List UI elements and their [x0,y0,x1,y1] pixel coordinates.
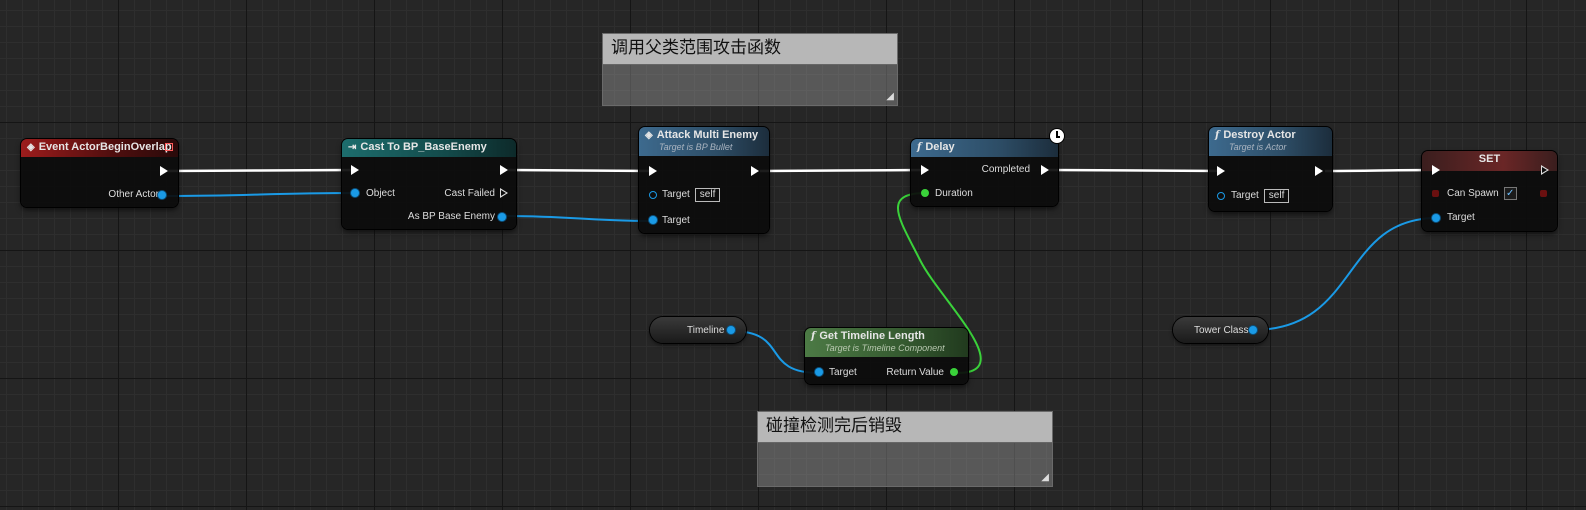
node-event-actor-begin-overlap[interactable]: ◈ Event ActorBeginOverlap Other Actor [21,139,178,207]
tower-class-pin-dot[interactable] [1249,326,1257,334]
target-pin-dot[interactable] [815,368,823,376]
cast-arrow-icon: ⇥ [348,142,357,153]
exec-wire-destroy-set [1324,168,1438,173]
pin-target[interactable]: Target [1447,212,1475,223]
node-header: ⇥ Cast To BP_BaseEnemy [342,139,516,157]
can-spawn-checkbox[interactable]: ✓ [1503,187,1517,200]
node-title: Get Timeline Length [819,330,925,342]
pin-target[interactable]: Target [662,215,690,226]
exec-out-pin[interactable] [1315,166,1323,176]
variable-node-tower-class[interactable]: Tower Class [1173,317,1268,343]
variable-node-timeline[interactable]: Timeline [650,317,746,343]
other-actor-pin-dot[interactable] [158,191,166,199]
pin-target[interactable]: Target [829,367,857,378]
timeline-pin-dot[interactable] [727,326,735,334]
pin-as-bp-base-enemy[interactable]: As BP Base Enemy [408,211,495,222]
pin-label: Target [662,189,690,200]
cast-failed-exec-pin[interactable] [500,188,508,198]
pin-duration[interactable]: Duration [935,188,973,199]
node-title: Destroy Actor [1223,129,1296,141]
target-pin-dot[interactable] [649,216,657,224]
pin-target-self[interactable]: Target self [1231,189,1290,203]
exec-in-pin[interactable] [1217,166,1225,176]
node-destroy-actor[interactable]: f Destroy Actor Target is Actor Target sel… [1209,127,1332,211]
target-pin-ring[interactable] [1217,192,1225,200]
node-cast-to-bp-baseenemy[interactable]: ⇥ Cast To BP_BaseEnemy Object Cast Failed… [342,139,516,229]
exec-wire-cast-attack [507,168,653,173]
node-attack-multi-enemy[interactable]: ◈ Attack Multi Enemy Target is BP Bullet … [639,127,769,233]
self-default-field[interactable]: self [694,188,721,202]
clock-icon [1050,129,1064,143]
node-header: f Destroy Actor Target is Actor [1209,127,1332,156]
pin-cast-failed[interactable]: Cast Failed [444,188,495,199]
node-title: Attack Multi Enemy [656,129,759,141]
pin-label: Can Spawn [1447,188,1499,200]
exec-in-pin[interactable] [921,165,929,175]
node-header: SET [1422,151,1557,171]
comment-box-destroy[interactable]: 碰撞检测完后销毁 ◢ [757,411,1053,487]
node-header: ◈ Event ActorBeginOverlap [21,139,178,157]
object-pin-dot[interactable] [351,189,359,197]
object-wire-towerclass-target [1252,217,1438,331]
exec-wire-event-cast [167,168,356,173]
target-pin-ring[interactable] [649,191,657,199]
variable-label: Tower Class [1194,325,1249,336]
exec-out-pin[interactable] [160,166,168,176]
exec-in-pin[interactable] [351,165,359,175]
node-header: f Get Timeline Length Target is Timeline … [805,328,968,357]
pin-return-value[interactable]: Return Value [886,367,944,378]
exec-in-pin[interactable] [1432,165,1440,175]
node-subtitle: Target is BP Bullet [659,142,733,152]
exec-out-pin[interactable] [500,165,508,175]
exec-out-pin[interactable] [1541,165,1549,175]
function-f-icon: f [1215,130,1220,141]
completed-exec-pin[interactable] [1041,165,1049,175]
node-title: SET [1478,153,1501,165]
function-f-icon: ◈ [645,130,653,141]
pin-completed[interactable]: Completed [982,164,1030,175]
as-enemy-pin-dot[interactable] [498,213,506,221]
function-f-icon: f [811,331,816,342]
self-default-field[interactable]: self [1263,189,1290,203]
pin-other-actor[interactable]: Other Actor [108,189,159,200]
can-spawn-pin-dot[interactable] [1432,190,1439,197]
exec-wire-attack-delay [759,168,925,173]
node-title: Delay [925,141,955,153]
exec-in-pin[interactable] [649,166,657,176]
target-pin-dot[interactable] [1432,214,1440,222]
resize-grip-icon[interactable]: ◢ [886,91,894,102]
node-set-can-spawn[interactable]: SET Can Spawn ✓ Target [1422,151,1557,231]
event-diamond-icon: ◈ [27,142,35,153]
node-subtitle: Target is Timeline Component [825,343,945,353]
node-delay[interactable]: f Delay Completed Duration [911,139,1058,206]
node-header: ◈ Attack Multi Enemy Target is BP Bullet [639,127,769,156]
object-wire-asenemy-target [503,215,654,222]
pin-label: Target [1231,190,1259,201]
pin-object[interactable]: Object [366,188,395,199]
delegate-pin-icon[interactable] [165,143,173,151]
node-get-timeline-length[interactable]: f Get Timeline Length Target is Timeline … [805,328,968,384]
function-f-icon: f [917,142,922,153]
node-title: Cast To BP_BaseEnemy [360,141,487,153]
exec-wire-delay-destroy [1048,168,1223,173]
resize-grip-icon[interactable]: ◢ [1041,472,1049,483]
comment-box-attack[interactable]: 调用父类范围攻击函数 ◢ [602,33,898,106]
return-value-pin-dot[interactable] [950,368,958,376]
exec-out-pin[interactable] [751,166,759,176]
pin-can-spawn[interactable]: Can Spawn ✓ [1447,187,1517,200]
node-subtitle: Target is Actor [1229,142,1287,152]
object-wire-otheractor-object [165,192,356,197]
node-header: f Delay [911,139,1058,157]
pin-target-self[interactable]: Target self [662,188,721,202]
node-title: Event ActorBeginOverlap [38,141,172,153]
variable-label: Timeline [687,325,725,336]
duration-pin-dot[interactable] [921,189,929,197]
comment-title[interactable]: 碰撞检测完后销毁 [758,412,1052,443]
can-spawn-out-pin-dot[interactable] [1540,190,1547,197]
comment-title[interactable]: 调用父类范围攻击函数 [603,34,897,65]
